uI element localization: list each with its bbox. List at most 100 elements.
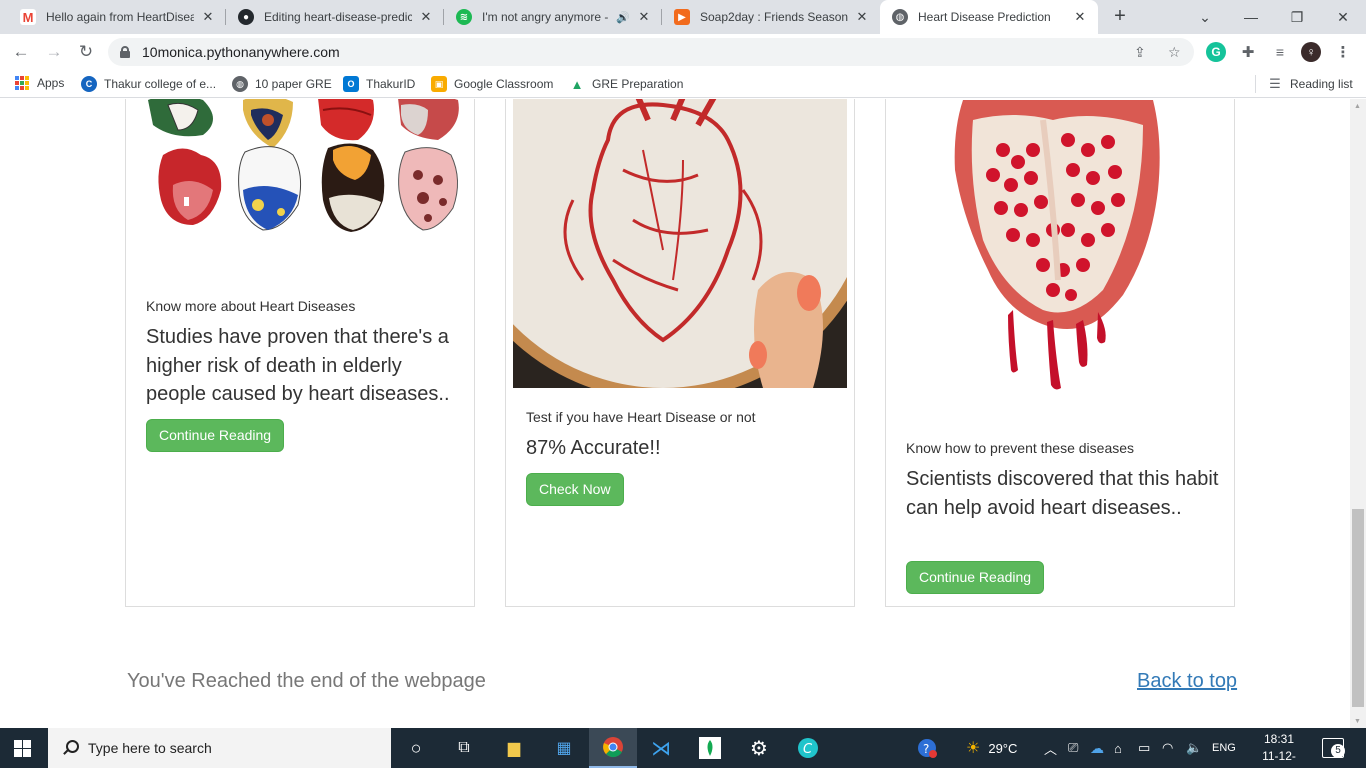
close-icon[interactable]: ✕ [200, 9, 216, 25]
classroom-icon: ▣ [431, 76, 447, 92]
vertical-scrollbar[interactable]: ▲ ▼ [1350, 99, 1366, 728]
bookmark-thakur-college[interactable]: C Thakur college of e... [81, 76, 216, 92]
reading-list-icon: ☰ [1269, 76, 1281, 91]
file-explorer-icon[interactable]: ▆ [490, 728, 538, 768]
tab-title: Hello again from HeartDisea [46, 10, 194, 24]
taskbar-search-box[interactable]: Type here to search [48, 728, 391, 768]
close-icon[interactable]: ✕ [1072, 9, 1088, 25]
tab-soap2day[interactable]: ▶ Soap2day : Friends Season 1 ✕ [662, 0, 880, 34]
close-icon[interactable]: ✕ [636, 9, 652, 25]
show-hidden-icons-chevron-icon[interactable]: ︿ [1044, 728, 1057, 768]
url-text[interactable]: 10monica.pythonanywhere.com [142, 44, 340, 60]
tab-heart-disease[interactable]: ◍ Heart Disease Prediction ✕ [880, 0, 1098, 34]
grammarly-icon[interactable]: G [1206, 42, 1226, 62]
restore-button[interactable]: ❐ [1274, 0, 1320, 34]
globe-icon: ◍ [232, 76, 248, 92]
bookmark-label: Google Classroom [454, 77, 554, 91]
card-heading: Studies have proven that there's a highe… [146, 326, 450, 405]
canva-icon[interactable]: C [784, 728, 832, 768]
page-viewport: Know more about Heart Diseases Studies h… [0, 99, 1350, 728]
mongodb-icon[interactable] [686, 728, 734, 768]
search-placeholder: Type here to search [88, 740, 212, 756]
volume-icon[interactable]: 🔈 [1186, 728, 1202, 768]
speaker-icon[interactable]: 🔊 [616, 11, 630, 24]
taskbar-clock[interactable]: 18:31 11-12-2021 [1250, 731, 1308, 768]
bookmark-star-icon[interactable]: ☆ [1168, 44, 1181, 61]
chrome-icon[interactable] [589, 728, 637, 768]
cortana-icon[interactable]: ○ [392, 728, 440, 768]
card-subtitle: Test if you have Heart Disease or not [526, 409, 756, 425]
bookmark-label: GRE Preparation [592, 77, 684, 91]
bookmark-thakurid[interactable]: O ThakurID [343, 76, 415, 92]
scrollbar-thumb[interactable] [1352, 509, 1364, 707]
task-view-icon[interactable]: ⧉ [440, 728, 488, 768]
clock-time: 18:31 [1263, 732, 1295, 746]
extensions-puzzle-icon[interactable]: ✚ [1238, 42, 1258, 62]
bookmark-gre-paper[interactable]: ◍ 10 paper GRE [232, 76, 332, 92]
vscode-icon[interactable]: ⋊ [637, 728, 685, 768]
back-button[interactable]: ← [9, 40, 33, 64]
media-control-icon[interactable]: ≡ [1270, 42, 1290, 62]
card-subtitle: Know more about Heart Diseases [146, 298, 356, 314]
bookmark-label: 10 paper GRE [255, 77, 332, 91]
windows-taskbar: Type here to search ○ ⧉ ▆ ▦ ⋊ ⚙ C ? ☀ 29… [0, 728, 1366, 768]
browser-toolbar: ← → ↻ 10monica.pythonanywhere.com ⇪ ☆ G … [0, 34, 1366, 70]
share-icon[interactable]: ⇪ [1134, 44, 1146, 61]
settings-gear-icon[interactable]: ⚙ [735, 728, 783, 768]
scroll-down-icon[interactable]: ▼ [1354, 718, 1361, 725]
reading-list-button[interactable]: ☰ Reading list [1267, 76, 1353, 92]
continue-reading-button[interactable]: Continue Reading [146, 419, 285, 452]
tab-search-chevron-icon[interactable]: ⌄ [1182, 0, 1228, 34]
windows-start-icon[interactable] [14, 740, 31, 757]
back-to-top-link[interactable]: Back to top [1137, 670, 1237, 693]
new-tab-button[interactable]: + [1108, 5, 1132, 29]
forward-button[interactable]: → [42, 40, 66, 64]
college-icon: C [81, 76, 97, 92]
card-subtitle: Know how to prevent these diseases [906, 440, 1135, 456]
lock-icon[interactable] [120, 46, 130, 58]
gmail-icon: M [20, 9, 36, 25]
reload-button[interactable]: ↻ [74, 40, 98, 64]
close-icon[interactable]: ✕ [418, 9, 434, 25]
weather-sun-icon: ☀ [966, 740, 981, 757]
wifi-icon[interactable]: ◠ [1162, 728, 1173, 768]
check-now-button[interactable]: Check Now [526, 473, 624, 506]
globe-icon: ◍ [892, 9, 908, 25]
tab-github[interactable]: ● Editing heart-disease-predict ✕ [226, 0, 444, 34]
spotify-icon: ≋ [456, 9, 472, 25]
bookmark-apps[interactable]: Apps [15, 76, 64, 90]
bookmark-google-classroom[interactable]: ▣ Google Classroom [431, 76, 553, 92]
close-icon[interactable]: ✕ [854, 9, 870, 25]
search-icon [62, 740, 79, 756]
meet-now-icon[interactable]: ⎚ [1068, 728, 1078, 768]
minimize-button[interactable]: — [1228, 0, 1274, 34]
continue-reading-button[interactable]: Continue Reading [906, 561, 1045, 594]
pomegranate-heart-image [893, 99, 1227, 410]
scroll-up-icon[interactable]: ▲ [1354, 103, 1361, 110]
onedrive-icon[interactable]: ☁ [1090, 728, 1104, 768]
tab-spotify[interactable]: ≋ I'm not angry anymore - 🔊 ✕ [444, 0, 662, 34]
embroidered-heart-image [513, 99, 847, 388]
github-icon: ● [238, 9, 254, 25]
apps-grid-icon [15, 76, 29, 90]
footer-end-text: You've Reached the end of the webpage [127, 670, 486, 692]
tab-title: I'm not angry anymore - [482, 10, 609, 24]
store-icon[interactable]: ▦ [540, 728, 588, 768]
bookmark-label: Thakur college of e... [104, 77, 217, 91]
bookmark-label: Apps [37, 76, 65, 90]
menu-kebab-icon[interactable]: ⋮ [1333, 42, 1353, 62]
tab-gmail[interactable]: M Hello again from HeartDisea ✕ [8, 0, 226, 34]
network-error-icon[interactable]: ⌂ [1114, 728, 1122, 768]
bookmark-gre-preparation[interactable]: ▲ GRE Preparation [569, 76, 684, 92]
card-heart-diseases-info: Know more about Heart Diseases Studies h… [125, 99, 475, 607]
address-bar[interactable]: 10monica.pythonanywhere.com ⇪ ☆ [108, 38, 1194, 66]
tab-title: Soap2day : Friends Season 1 [700, 10, 848, 24]
weather-temperature: 29°C [988, 740, 1018, 756]
window-close-button[interactable]: ✕ [1320, 0, 1366, 34]
weather-widget[interactable]: ☀ 29°C [966, 728, 1017, 768]
help-icon[interactable]: ? [916, 728, 938, 768]
battery-icon[interactable]: ▭ [1138, 728, 1150, 768]
avatar[interactable]: ♀ [1301, 42, 1321, 62]
language-indicator[interactable]: ENG [1212, 728, 1236, 768]
bookmarks-bar: Apps C Thakur college of e... ◍ 10 paper… [0, 70, 1366, 98]
